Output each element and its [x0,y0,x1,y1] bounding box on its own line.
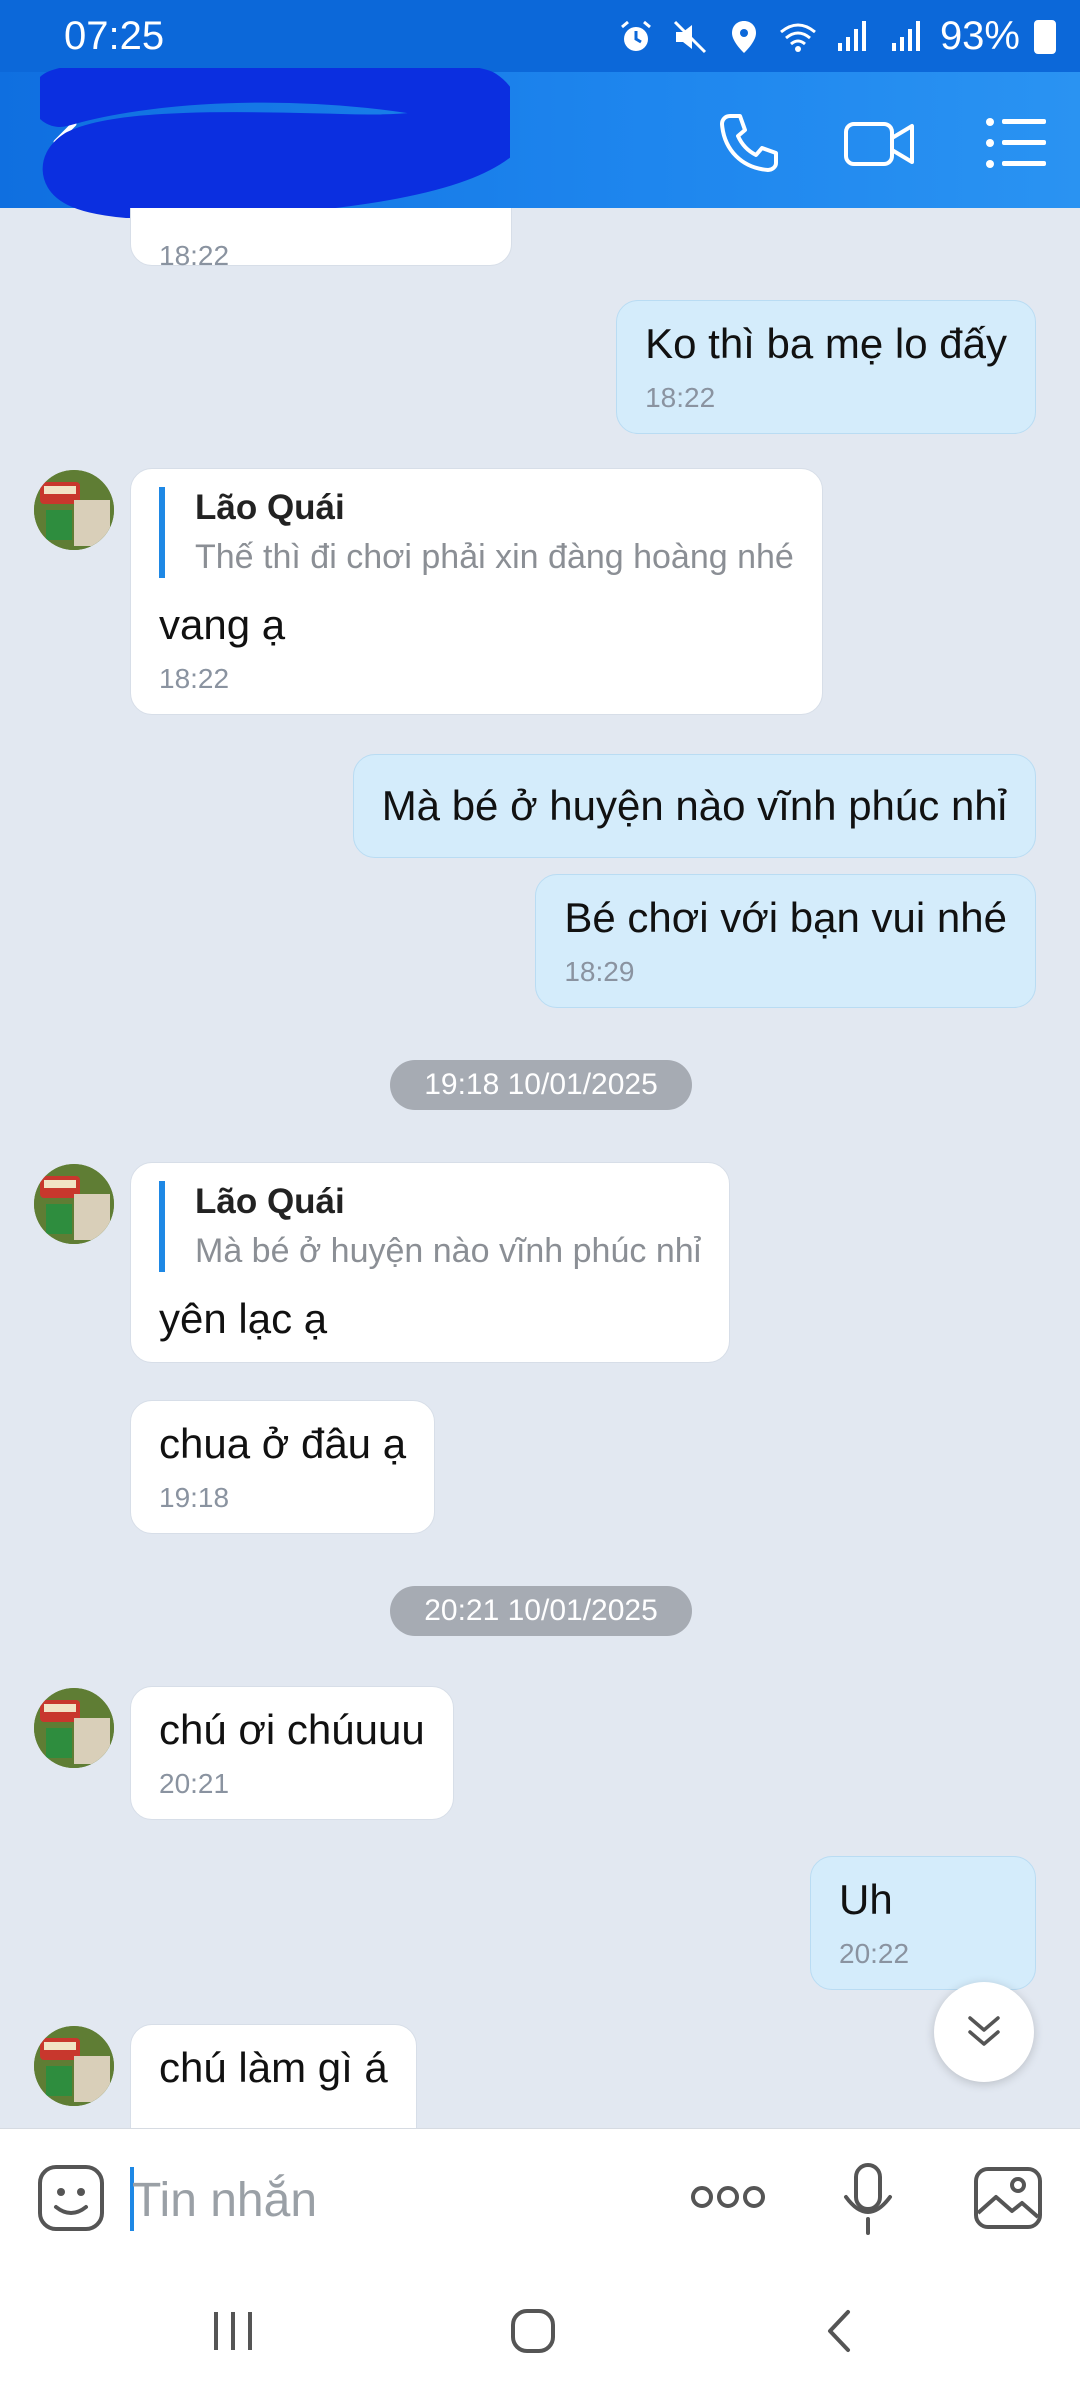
message-bubble-incoming[interactable]: Lão Quái Mà bé ở huyện nào vĩnh phúc nhỉ… [130,1162,731,1364]
system-navigation-bar [0,2268,1080,2400]
message-bubble-incoming[interactable]: chú ơi chúuuu 20:21 [130,1686,454,1820]
image-gallery-icon[interactable] [972,2163,1044,2233]
message-time: 20:21 [159,1768,230,1800]
signal-icon [891,20,920,51]
message-time: 18:22 [645,382,716,414]
contact-avatar[interactable] [34,1164,114,1244]
quote-author: Lão Quái [195,488,345,527]
message-input[interactable] [128,2165,648,2235]
quote-author: Lão Quái [195,1182,345,1221]
microphone-icon[interactable] [838,2161,898,2237]
contact-avatar[interactable] [34,2026,114,2106]
status-bar: 07:25 93% [0,0,1080,72]
message-bubble-incoming[interactable]: chú làm gì á [130,2024,417,2128]
double-chevron-down-icon [968,2016,1000,2046]
wifi-icon [779,23,816,52]
message-text: chú ơi chúuuu [159,1706,425,1753]
more-options-icon[interactable] [690,2179,766,2215]
message-text: Mà bé ở huyện nào vĩnh phúc nhỉ [381,782,1007,829]
message-text: chú làm gì á [159,2044,388,2091]
message-time: 20:22 [839,1938,910,1970]
message-time: 18:29 [564,956,635,988]
back-icon[interactable] [816,2306,866,2356]
alarm-icon [620,20,651,51]
status-icons: 93% [616,14,1056,59]
menu-icon[interactable] [980,108,1050,178]
battery-percent: 93% [939,14,1020,58]
reply-quote[interactable]: Lão Quái Mà bé ở huyện nào vĩnh phúc nhỉ [159,1181,701,1272]
battery-icon [1034,19,1056,54]
date-separator: 20:21 10/01/2025 [390,1586,692,1636]
quote-text: Thế thì đi chơi phải xin đàng hoàng nhé [195,538,794,576]
reply-quote[interactable]: Lão Quái Thế thì đi chơi phải xin đàng h… [159,487,794,578]
location-icon [731,20,756,53]
message-bubble-incoming[interactable]: Lão Quái Thế thì đi chơi phải xin đàng h… [130,468,823,715]
contact-avatar[interactable] [34,470,114,550]
home-icon[interactable] [508,2306,558,2356]
emoji-sticker-icon[interactable] [36,2163,106,2233]
message-time: 18:22 [159,663,230,695]
message-list[interactable]: 18:22 Ko thì ba mẹ lo đấy 18:22 Lão Quái… [0,208,1080,2128]
mute-icon [673,20,706,53]
quote-text: Mà bé ở huyện nào vĩnh phúc nhỉ [195,1232,702,1270]
signal-icon [837,20,866,51]
recent-apps-icon[interactable] [208,2306,258,2356]
phone-icon[interactable] [712,108,782,178]
message-time: 19:18 [159,1482,230,1514]
message-bubble-outgoing[interactable]: Bé chơi với bạn vui nhé 18:29 [535,874,1036,1008]
video-call-icon[interactable] [842,108,916,178]
message-text: chua ở đâu ạ [159,1420,407,1467]
message-time: 18:22 [159,240,230,271]
message-text: Bé chơi với bạn vui nhé [564,894,1007,941]
message-bubble-outgoing[interactable]: Uh 20:22 [810,1856,1036,1990]
status-time: 07:25 [64,14,165,58]
message-bubble-incoming[interactable]: chua ở đâu ạ 19:18 [130,1400,436,1534]
date-separator: 19:18 10/01/2025 [390,1060,692,1110]
message-text: yên lạc ạ [159,1294,328,1342]
redaction-scribble [40,68,510,218]
message-composer [0,2128,1080,2268]
message-bubble-outgoing[interactable]: Mà bé ở huyện nào vĩnh phúc nhỉ [352,754,1036,859]
scroll-to-bottom-button[interactable] [934,1982,1034,2082]
message-bubble-incoming[interactable]: 18:22 [130,208,512,271]
message-text: Ko thì ba mẹ lo đấy [645,320,1007,367]
contact-avatar[interactable] [34,1688,114,1768]
message-bubble-outgoing[interactable]: Ko thì ba mẹ lo đấy 18:22 [616,300,1036,434]
message-text: vang ạ [159,600,286,648]
message-text: Uh [839,1876,893,1923]
